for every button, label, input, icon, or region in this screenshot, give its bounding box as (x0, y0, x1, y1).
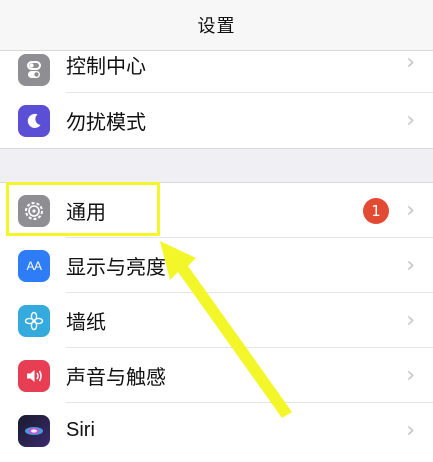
settings-row-label: 声音与触感 (66, 365, 166, 389)
moon-icon (18, 104, 50, 137)
settings-row-label: 墙纸 (66, 310, 106, 334)
settings-row-label: 显示与亮度 (66, 255, 166, 279)
chevron-right-icon: › (406, 50, 415, 75)
wallpaper-icon (18, 304, 50, 337)
gear-icon (18, 194, 50, 227)
settings-row-label: 通用 (66, 200, 106, 224)
chevron-right-icon: › (406, 253, 415, 278)
page-title: 设置 (197, 16, 236, 37)
settings-row-label: 勿扰模式 (66, 110, 146, 134)
display-icon-glyph: AA (26, 258, 42, 273)
chevron-right-icon: › (406, 308, 415, 333)
control-center-icon (18, 54, 50, 86)
chevron-right-icon: › (406, 108, 415, 133)
settings-row-general[interactable]: 通用 1 › (0, 183, 433, 238)
chevron-right-icon: › (406, 418, 415, 443)
settings-group-bottom: 通用 1 › AA 显示与亮度 › 墙纸 › 声音与触感 › Siri › (0, 182, 433, 462)
settings-row-label: Siri (66, 419, 95, 441)
settings-row-siri[interactable]: Siri › (0, 403, 433, 458)
navigation-bar: 设置 (0, 0, 433, 51)
settings-row-do-not-disturb[interactable]: 勿扰模式 › (0, 93, 433, 148)
sound-icon (18, 359, 50, 392)
notification-badge: 1 (363, 197, 389, 224)
settings-row-sounds-haptics[interactable]: 声音与触感 › (0, 348, 433, 403)
siri-icon (18, 414, 50, 447)
chevron-right-icon: › (406, 198, 415, 223)
settings-row-display-brightness[interactable]: AA 显示与亮度 › (0, 238, 433, 293)
settings-row-label: 控制中心 (66, 54, 146, 78)
display-brightness-icon: AA (18, 249, 50, 282)
settings-row-wallpaper[interactable]: 墙纸 › (0, 293, 433, 348)
chevron-right-icon: › (406, 363, 415, 388)
